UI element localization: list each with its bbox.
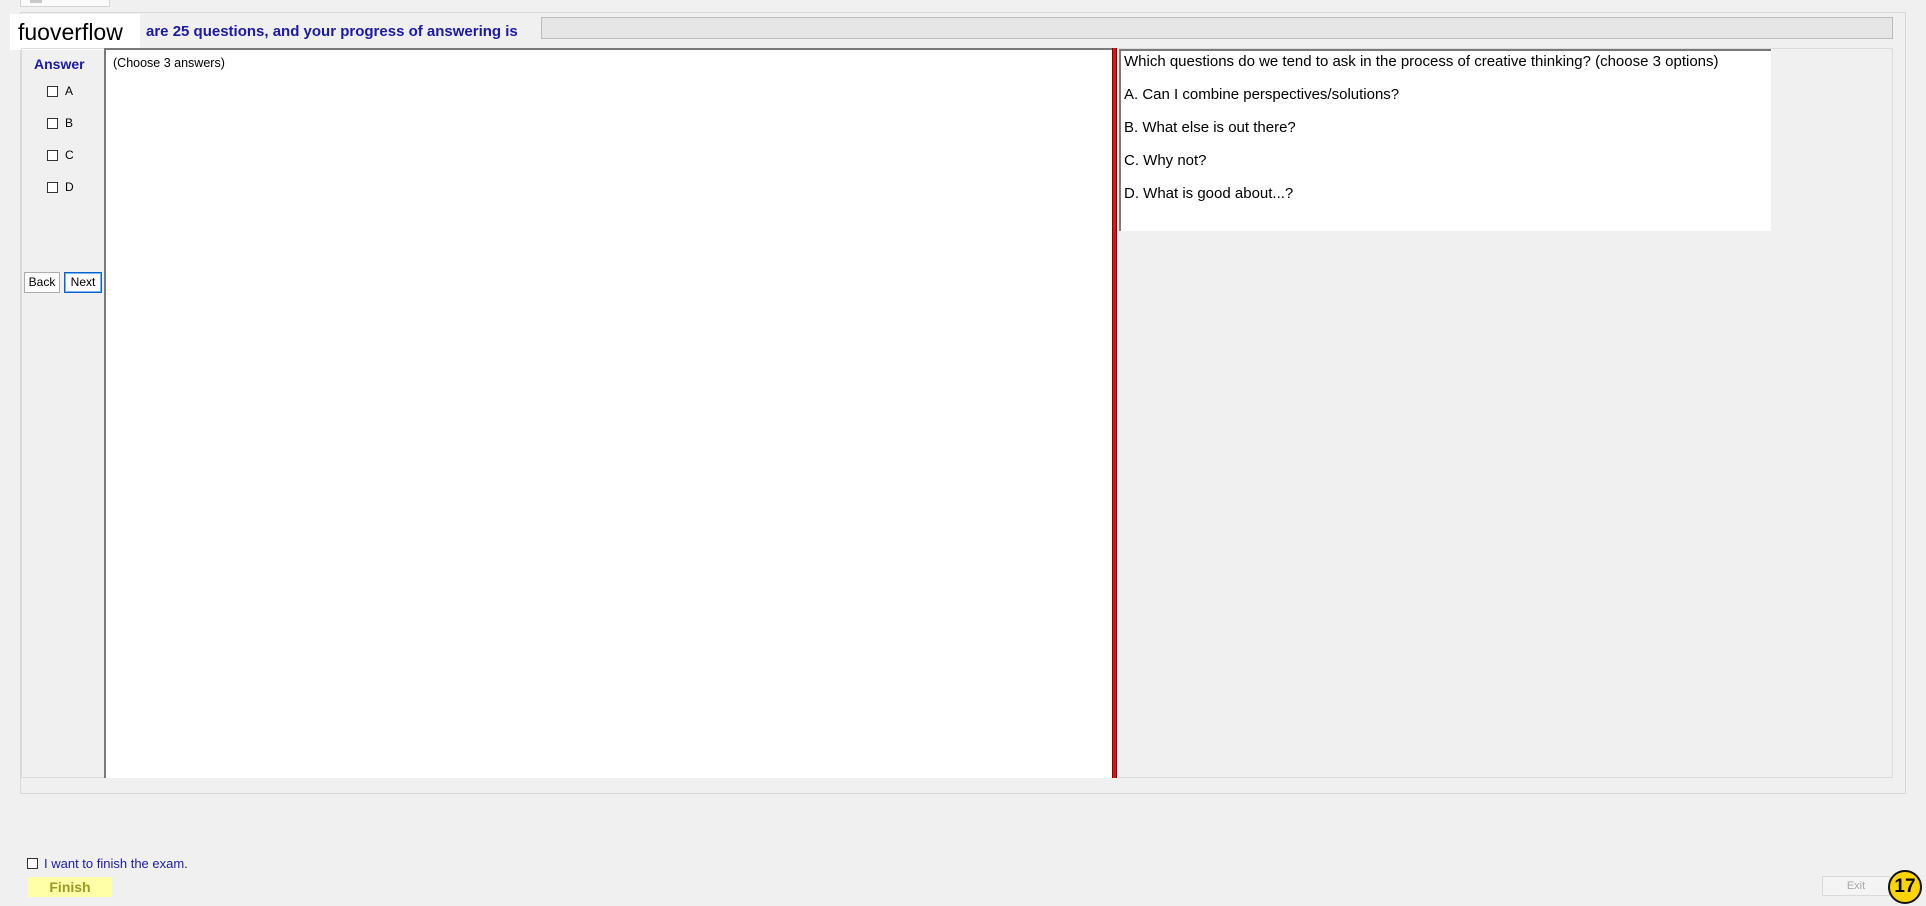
finish-exam-checkbox-row[interactable]: I want to finish the exam.	[27, 856, 188, 871]
question-option-d: D. What is good about...?	[1124, 185, 1294, 202]
finish-button[interactable]: Finish	[28, 877, 112, 897]
choice-b-label: B	[65, 116, 74, 130]
question-number-badge: 17	[1888, 870, 1922, 904]
choice-b[interactable]: B	[47, 116, 73, 130]
back-button[interactable]: Back	[24, 272, 60, 293]
finish-exam-checkbox[interactable]	[27, 858, 38, 869]
question-option-c: C. Why not?	[1124, 152, 1207, 169]
choice-d-label: D	[65, 180, 74, 194]
answer-heading: Answer	[34, 56, 85, 72]
exam-window: fuoverflow are 25 questions, and your pr…	[0, 0, 1926, 906]
choice-a-label: A	[65, 84, 74, 98]
progress-label: are 25 questions, and your progress of a…	[146, 23, 518, 40]
logo: fuoverflow	[10, 14, 140, 50]
question-panel: Which questions do we tend to ask in the…	[1119, 49, 1771, 231]
splitter-handle[interactable]	[1112, 48, 1117, 778]
question-text: Which questions do we tend to ask in the…	[1124, 53, 1719, 70]
choice-a[interactable]: A	[47, 84, 73, 98]
top-tab-mark	[30, 0, 42, 3]
finish-exam-label: I want to finish the exam.	[44, 856, 188, 871]
progress-bar	[541, 17, 1893, 39]
answer-instruction: (Choose 3 answers)	[113, 56, 225, 70]
choice-c-label: C	[65, 148, 74, 162]
choice-b-checkbox[interactable]	[47, 117, 58, 129]
choice-d[interactable]: D	[47, 180, 74, 194]
question-option-a: A. Can I combine perspectives/solutions?	[1124, 86, 1400, 103]
next-button[interactable]: Next	[64, 272, 102, 293]
question-option-b: B. What else is out there?	[1124, 119, 1296, 136]
choice-c-checkbox[interactable]	[47, 149, 58, 161]
answer-area[interactable]: (Choose 3 answers)	[104, 48, 1114, 778]
exit-button[interactable]: Exit	[1822, 876, 1890, 896]
choice-d-checkbox[interactable]	[47, 181, 58, 193]
choice-a-checkbox[interactable]	[47, 85, 58, 97]
choice-c[interactable]: C	[47, 148, 74, 162]
